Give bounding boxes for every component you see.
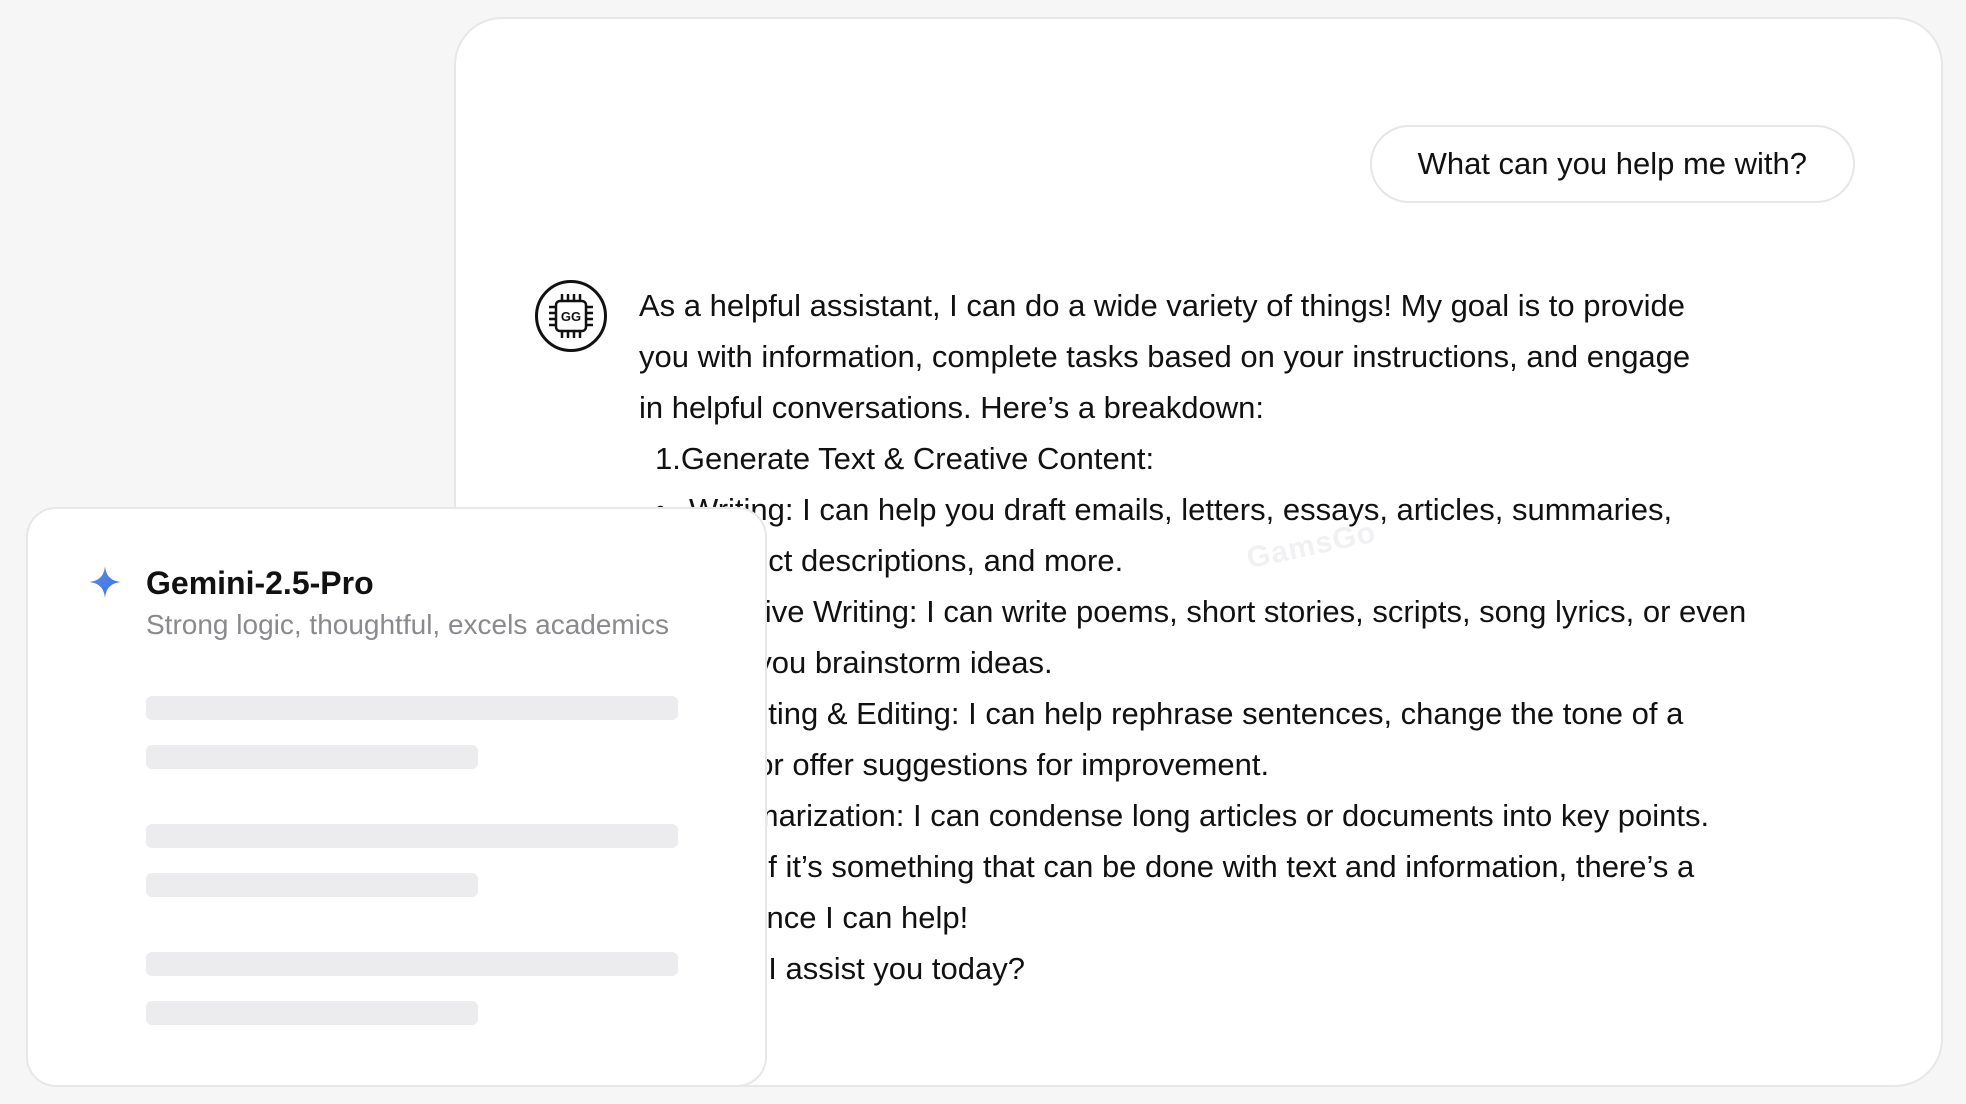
answer-line: Rewriting & Editing: I can help rephrase… <box>689 696 1684 731</box>
sparkle-icon <box>89 566 121 598</box>
answer-line: good chance I can help! <box>639 900 969 935</box>
skeleton-line <box>146 873 478 897</box>
answer-list-item: •Rewriting & Editing: I can help rephras… <box>639 688 1879 739</box>
answer-line: How can I assist you today? <box>639 951 1025 986</box>
skeleton-line <box>146 745 478 769</box>
answer-list-item: •Creative Writing: I can write poems, sh… <box>639 586 1879 637</box>
model-name: Gemini-2.5-Pro <box>146 565 374 601</box>
answer-line: In short: If it’s something that can be … <box>639 849 1695 884</box>
skeleton-line <box>146 696 678 720</box>
answer-line: you with information, complete tasks bas… <box>639 339 1691 374</box>
answer-line: product descriptions, and more. <box>689 543 1124 578</box>
assistant-avatar-icon: GG <box>535 280 607 352</box>
answer-line: Summarization: I can condense long artic… <box>689 798 1710 833</box>
user-message-text: What can you help me with? <box>1417 146 1807 181</box>
skeleton-line <box>146 952 678 976</box>
answer-line: Writing: I can help you draft emails, le… <box>689 492 1673 527</box>
skeleton-line <box>146 824 678 848</box>
assistant-answer: As a helpful assistant, I can do a wide … <box>639 280 1879 994</box>
answer-list-item: •Writing: I can help you draft emails, l… <box>639 484 1879 535</box>
answer-line: As a helpful assistant, I can do a wide … <box>639 288 1685 323</box>
answer-line: 1.Generate Text & Creative Content: <box>655 441 1155 476</box>
model-description: Strong logic, thoughtful, excels academi… <box>146 609 669 640</box>
skeleton-line <box>146 1001 478 1025</box>
answer-line: text, or offer suggestions for improveme… <box>689 747 1270 782</box>
chip-icon: GG <box>549 294 593 338</box>
answer-line: Creative Writing: I can write poems, sho… <box>689 594 1747 629</box>
answer-line: in helpful conversations. Here’s a break… <box>639 390 1264 425</box>
answer-line: help you brainstorm ideas. <box>689 645 1053 680</box>
user-message-bubble: What can you help me with? <box>1369 125 1855 203</box>
model-card[interactable]: Gemini-2.5-Pro Strong logic, thoughtful,… <box>26 507 767 1087</box>
answer-list-item: •Summarization: I can condense long arti… <box>639 790 1879 841</box>
avatar-label: GG <box>561 309 581 324</box>
